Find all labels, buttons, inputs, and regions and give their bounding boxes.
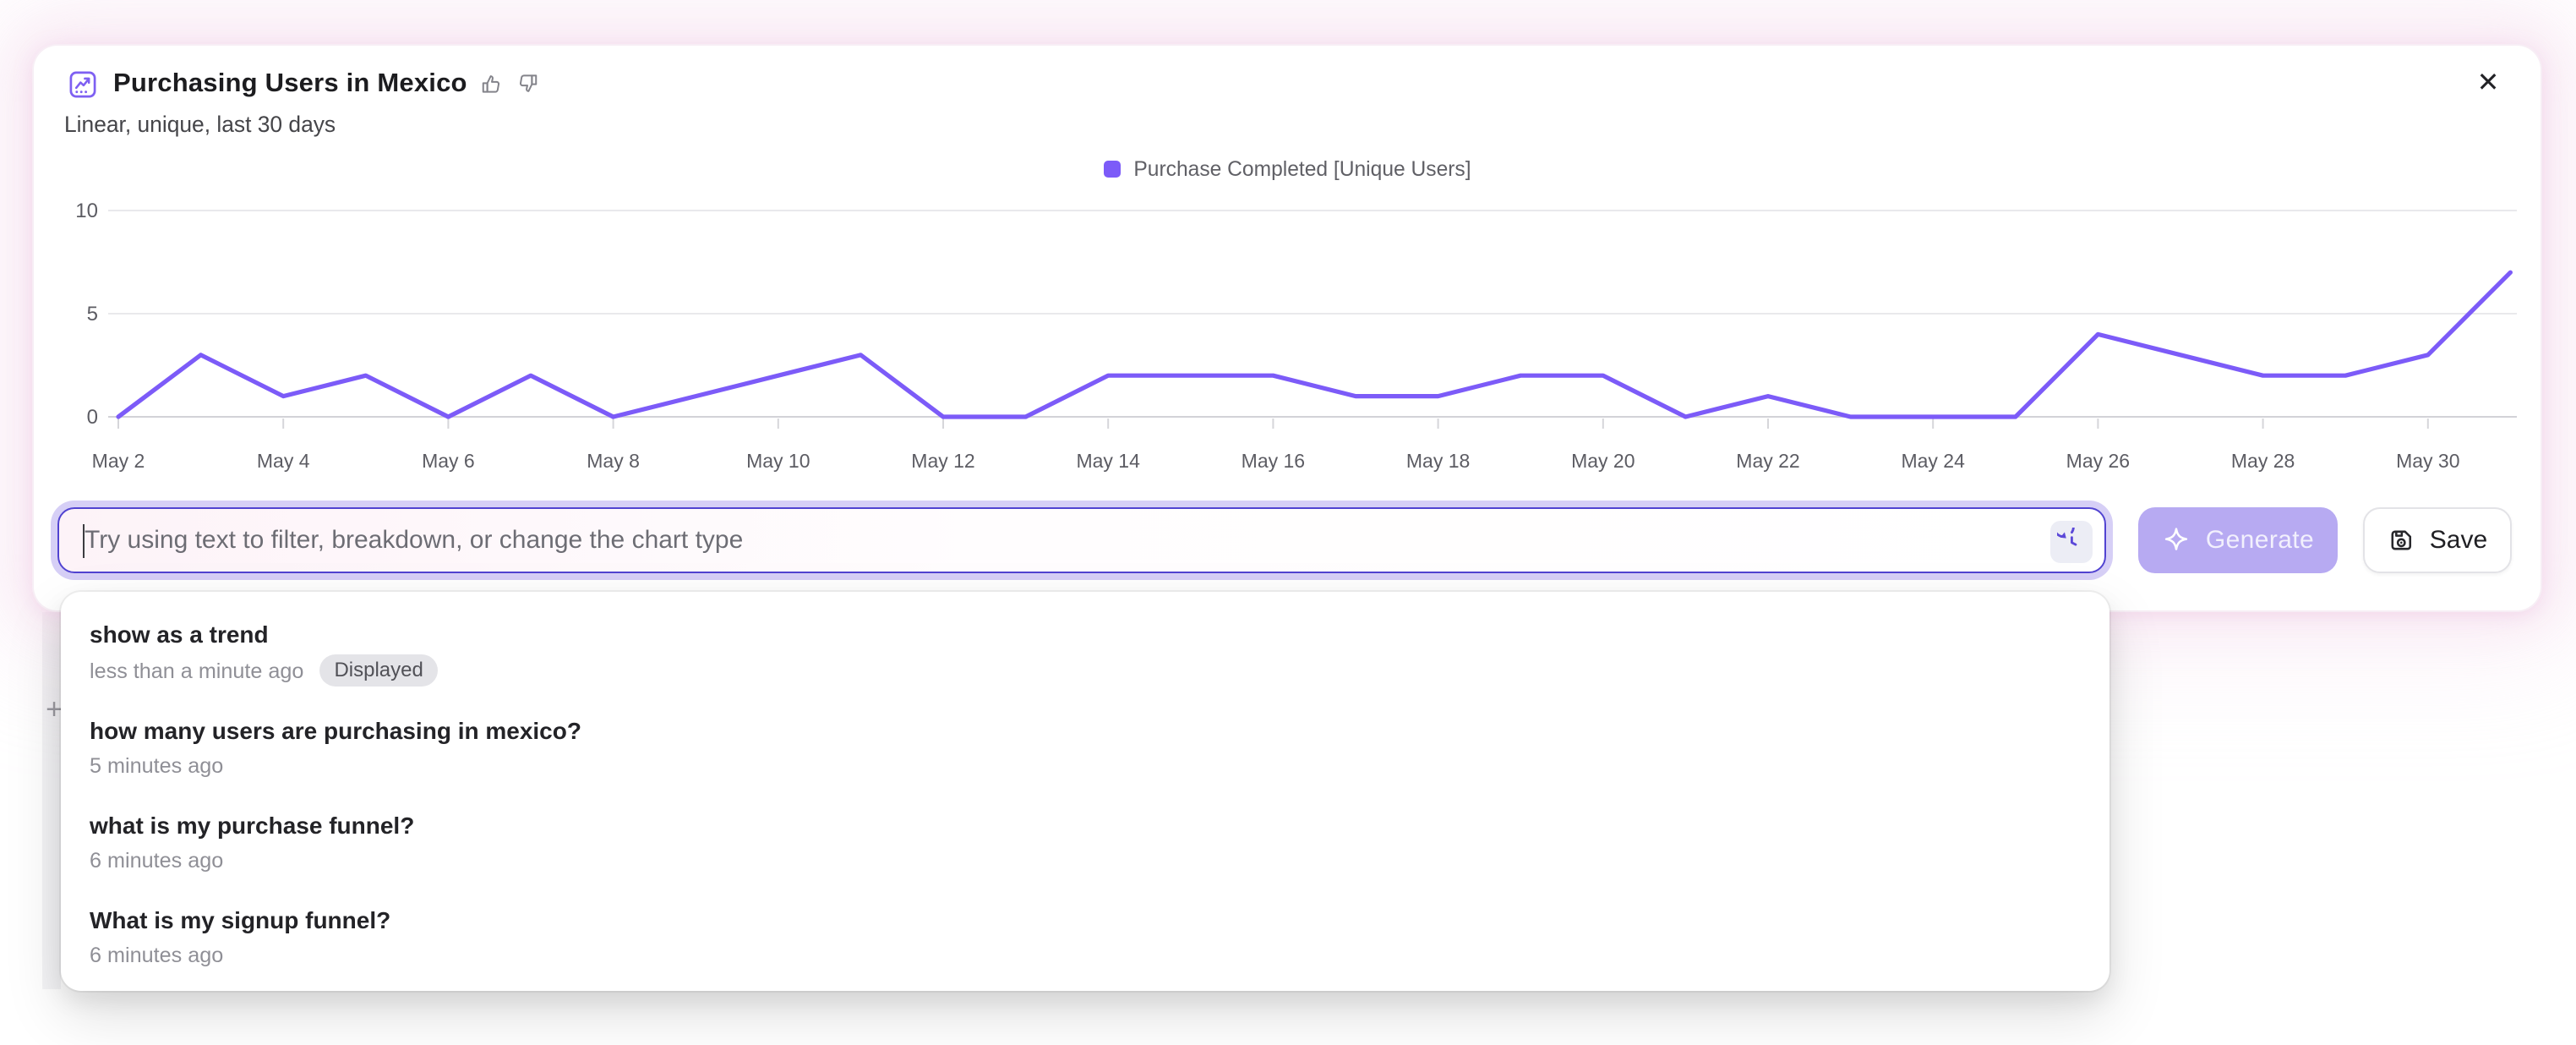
- thumbs-up-icon[interactable]: [478, 71, 504, 96]
- generate-button[interactable]: Generate: [2138, 507, 2338, 573]
- svg-text:May 6: May 6: [422, 450, 475, 472]
- history-item-title: show as a trend: [90, 617, 2081, 651]
- history-item[interactable]: What is my signup funnel? 6 minutes ago: [61, 888, 2109, 982]
- history-item[interactable]: how many users are purchasing in mexico?…: [61, 698, 2109, 793]
- background-panel-edge: [42, 612, 61, 989]
- history-item-time: 6 minutes ago: [90, 940, 223, 971]
- text-caret: [83, 524, 85, 558]
- history-item[interactable]: what is my purchase funnel? 6 minutes ag…: [61, 793, 2109, 888]
- history-item-title: what is my purchase funnel?: [90, 808, 2081, 842]
- svg-text:May 22: May 22: [1736, 450, 1799, 472]
- prompt-input[interactable]: [59, 509, 2104, 572]
- svg-text:10: 10: [75, 200, 98, 222]
- svg-text:May 20: May 20: [1571, 450, 1635, 472]
- history-item-title: how many users are purchasing in mexico?: [90, 714, 2081, 747]
- history-dropdown: show as a trend less than a minute ago D…: [61, 592, 2109, 991]
- svg-text:May 16: May 16: [1242, 450, 1305, 472]
- svg-text:May 10: May 10: [746, 450, 810, 472]
- svg-text:May 26: May 26: [2066, 450, 2130, 472]
- history-item-title: What is my signup funnel?: [90, 903, 2081, 937]
- close-icon[interactable]: ✕: [2470, 66, 2507, 103]
- save-button[interactable]: Save: [2363, 507, 2512, 573]
- save-label: Save: [2430, 526, 2487, 555]
- history-item[interactable]: show as a trend less than a minute ago D…: [61, 602, 2109, 698]
- history-item-time: 6 minutes ago: [90, 845, 223, 876]
- generate-label: Generate: [2206, 526, 2314, 555]
- svg-text:5: 5: [87, 303, 98, 326]
- app-background: + Purchasing Users in Mexico: [0, 0, 2576, 1045]
- svg-text:May 18: May 18: [1406, 450, 1470, 472]
- svg-text:May 2: May 2: [92, 450, 145, 472]
- history-item-time: 5 minutes ago: [90, 751, 223, 781]
- line-chart-icon: [68, 69, 98, 100]
- card-title: Purchasing Users in Mexico: [113, 69, 467, 100]
- svg-text:May 30: May 30: [2396, 450, 2459, 472]
- card-subtitle: Linear, unique, last 30 days: [64, 112, 336, 137]
- chart-card: Purchasing Users in Mexico ✕ Linear, uni…: [34, 46, 2541, 610]
- history-item-time: less than a minute ago: [90, 655, 303, 686]
- card-header: Purchasing Users in Mexico ✕: [68, 66, 2507, 144]
- svg-text:May 8: May 8: [587, 450, 640, 472]
- svg-text:May 4: May 4: [257, 450, 310, 472]
- svg-text:May 12: May 12: [911, 450, 974, 472]
- history-button[interactable]: [2050, 520, 2093, 562]
- thumbs-down-icon[interactable]: [516, 71, 541, 96]
- trend-line-chart: 0 5 10 May 2 May 4 May 6 May 8 May 10 May 12 May …: [34, 147, 2541, 494]
- prompt-input-wrap: [57, 507, 2106, 573]
- history-clock-icon: [2057, 527, 2086, 555]
- svg-text:May 24: May 24: [1901, 450, 1965, 472]
- sparkle-icon: [2162, 526, 2191, 555]
- displayed-badge: Displayed: [319, 654, 438, 687]
- svg-text:0: 0: [87, 406, 98, 429]
- svg-text:May 28: May 28: [2231, 450, 2295, 472]
- svg-text:May 14: May 14: [1076, 450, 1140, 472]
- save-disk-icon: [2388, 526, 2416, 555]
